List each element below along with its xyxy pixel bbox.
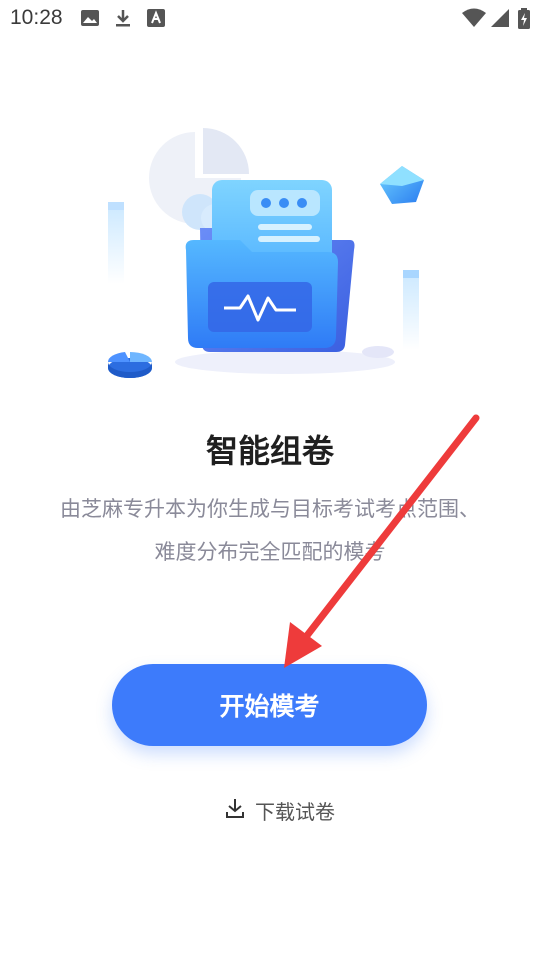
download-icon [113,8,133,32]
download-paper-link[interactable]: 下载试卷 [210,792,350,828]
page-title: 智能组卷 [205,432,334,470]
battery-charging-icon [517,8,531,34]
page-description: 由芝麻专升本为你生成与目标考试考点范围、 难度分布完全匹配的模考 [30,488,510,574]
status-time: 10:28 [10,6,63,29]
download-label: 下载试卷 [255,799,335,824]
description-line: 难度分布完全匹配的模考 [154,540,386,564]
status-bar: 10:28 [0,0,540,36]
font-icon [146,8,166,32]
start-mock-exam-button[interactable]: 开始模考 [112,664,427,746]
smart-paper-illustration [0,100,540,420]
description-line: 由芝麻专升本为你生成与目标考试考点范围、 [60,497,480,521]
wifi-icon [462,8,486,32]
signal-icon [490,8,510,32]
download-icon [225,797,245,824]
image-icon [80,8,100,32]
